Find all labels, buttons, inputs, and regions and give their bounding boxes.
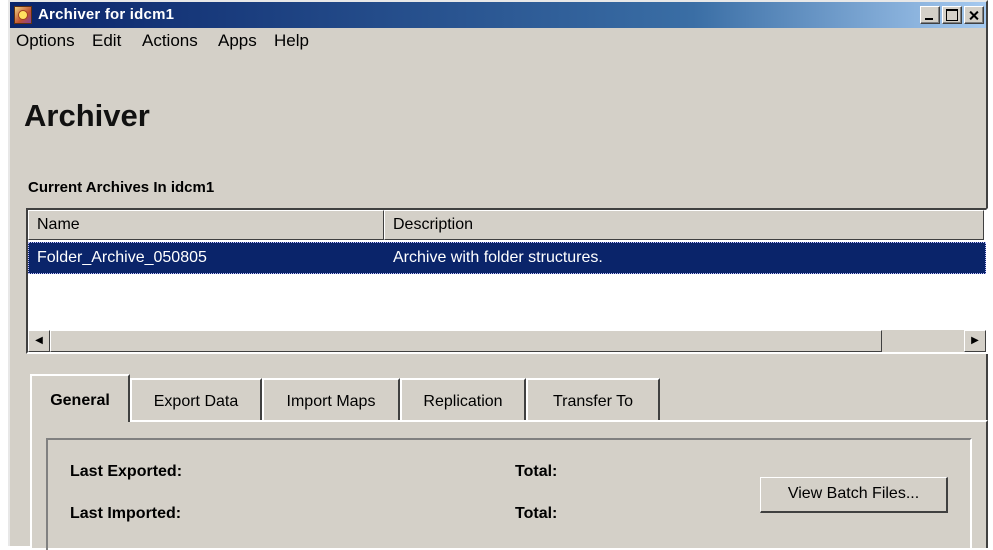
- tab-transfer-to[interactable]: Transfer To: [526, 378, 660, 420]
- tab-replication[interactable]: Replication: [400, 378, 526, 420]
- tab-general[interactable]: General: [30, 374, 130, 422]
- column-header-name[interactable]: Name: [28, 210, 384, 240]
- general-tab-panel: Last Exported: Last Imported: Total: Tot…: [30, 420, 988, 550]
- table-row[interactable]: Folder_Archive_050805 Archive with folde…: [28, 242, 986, 274]
- page-title: Archiver: [24, 98, 150, 133]
- last-exported-label: Last Exported:: [70, 463, 183, 480]
- general-info-group: Last Exported: Last Imported: Total: Tot…: [46, 438, 972, 550]
- last-imported-label: Last Imported:: [70, 505, 182, 522]
- archive-description-cell: Archive with folder structures.: [393, 249, 603, 266]
- close-icon[interactable]: [964, 6, 984, 24]
- archives-table: Name Description Folder_Archive_050805 A…: [26, 208, 988, 354]
- view-batch-files-button[interactable]: View Batch Files...: [760, 477, 948, 513]
- menu-actions[interactable]: Actions: [142, 31, 198, 51]
- archive-name-cell: Folder_Archive_050805: [37, 249, 207, 266]
- minimize-icon[interactable]: [920, 6, 940, 24]
- archives-section-label: Current Archives In idcm1: [28, 179, 215, 196]
- horizontal-scrollbar[interactable]: ◀ ▶: [28, 330, 986, 352]
- maximize-icon[interactable]: [942, 6, 962, 24]
- import-total-label: Total:: [515, 505, 558, 522]
- menu-edit[interactable]: Edit: [92, 31, 121, 51]
- tab-export-data[interactable]: Export Data: [130, 378, 262, 420]
- window-title: Archiver for idcm1: [38, 6, 175, 23]
- title-bar[interactable]: Archiver for idcm1: [10, 2, 986, 28]
- menu-options[interactable]: Options: [16, 31, 75, 51]
- export-total-label: Total:: [515, 463, 558, 480]
- scroll-left-arrow-icon[interactable]: ◀: [28, 330, 50, 352]
- tab-import-maps[interactable]: Import Maps: [262, 378, 400, 420]
- menu-help[interactable]: Help: [274, 31, 309, 51]
- archiver-window: Archiver for idcm1 Options Edit Actions …: [8, 0, 988, 550]
- menu-apps[interactable]: Apps: [218, 31, 257, 51]
- scroll-right-arrow-icon[interactable]: ▶: [964, 330, 986, 352]
- scrollbar-thumb[interactable]: [50, 330, 882, 352]
- app-icon[interactable]: [14, 6, 32, 24]
- menu-bar: Options Edit Actions Apps Help: [10, 28, 986, 54]
- column-header-description[interactable]: Description: [384, 210, 984, 240]
